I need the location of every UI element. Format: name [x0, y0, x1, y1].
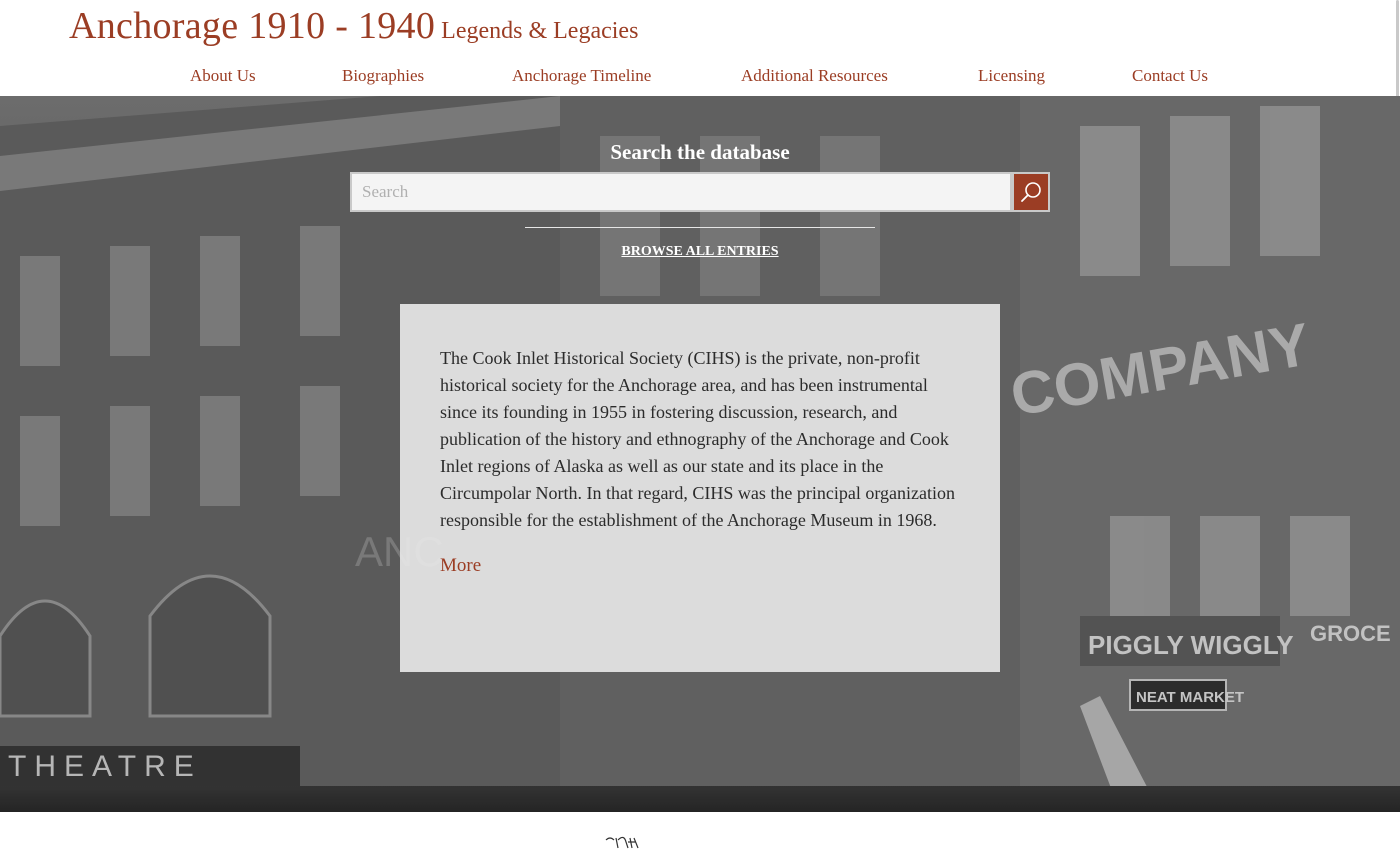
nav-biographies[interactable]: Biographies [342, 66, 424, 86]
search-bar [350, 172, 1050, 212]
search-button[interactable] [1012, 172, 1050, 212]
more-link[interactable]: More [440, 555, 481, 577]
site-title[interactable]: Anchorage 1910 - 1940 [69, 5, 435, 47]
browse-all-entries-link[interactable]: BROWSE ALL ENTRIES [0, 244, 1400, 260]
nav-about-us[interactable]: About Us [190, 66, 256, 86]
nav-contact-us[interactable]: Contact Us [1132, 66, 1208, 86]
nav-anchorage-timeline[interactable]: Anchorage Timeline [512, 66, 651, 86]
site-header: Anchorage 1910 - 1940 Legends & Legacies … [0, 0, 1400, 96]
about-text: The Cook Inlet Historical Society (CIHS)… [440, 348, 956, 530]
hero-section: THEATRE ANC COMPANY PIGGLY WIGGLY GROCE … [0, 96, 1400, 812]
site-subtitle[interactable]: Legends & Legacies [441, 18, 638, 44]
main-nav: About Us Biographies Anchorage Timeline … [0, 66, 1400, 88]
nav-licensing[interactable]: Licensing [978, 66, 1045, 86]
nav-additional-resources[interactable]: Additional Resources [741, 66, 888, 86]
site-brand[interactable]: Anchorage 1910 - 1940 Legends & Legacies [69, 4, 638, 48]
search-title: Search the database [610, 140, 790, 164]
search-input[interactable] [350, 172, 1012, 212]
search-icon [1021, 182, 1041, 202]
about-card: The Cook Inlet Historical Society (CIHS)… [400, 304, 1000, 672]
site-footer [0, 812, 1400, 850]
cihs-logo-icon[interactable] [604, 834, 640, 850]
search-divider [525, 227, 875, 228]
